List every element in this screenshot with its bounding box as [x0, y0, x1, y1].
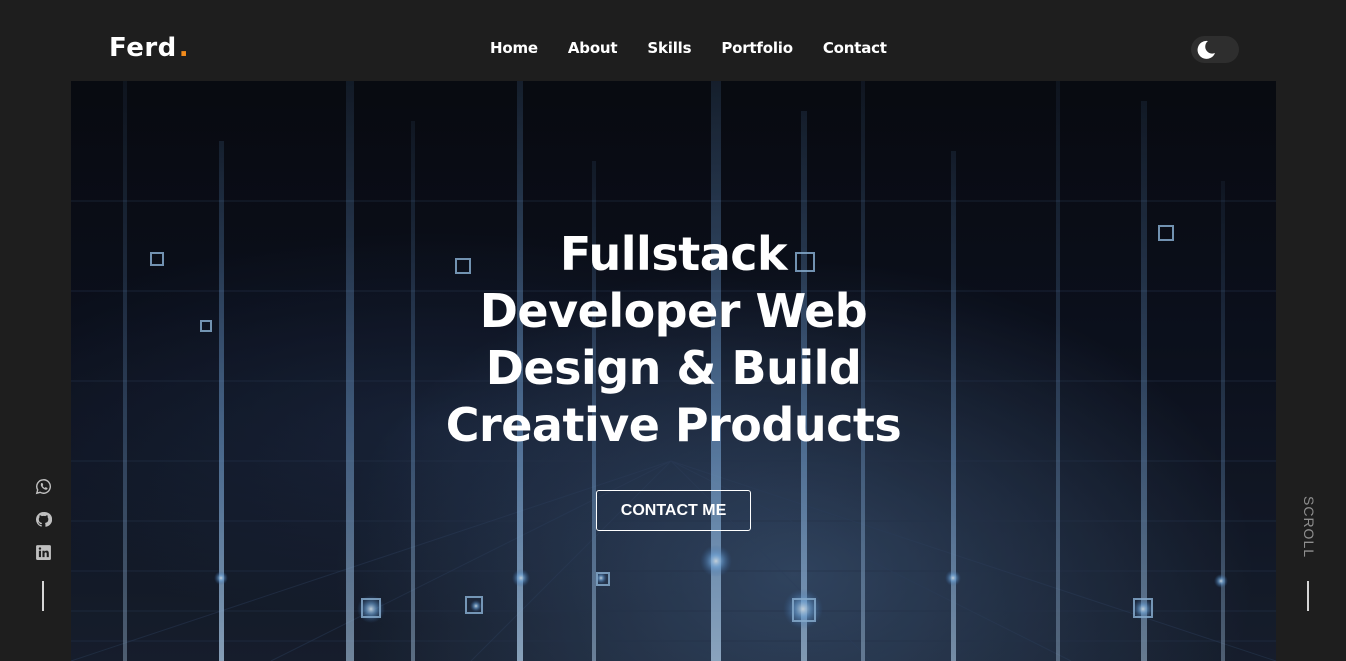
main-nav: Home About Skills Portfolio Contact: [490, 38, 887, 58]
nav-home[interactable]: Home: [490, 38, 538, 58]
hero-title-line-2: Developer Web: [479, 284, 868, 338]
github-icon[interactable]: [34, 510, 52, 528]
scroll-indicator-line: [1307, 581, 1309, 611]
linkedin-icon[interactable]: [34, 543, 52, 561]
scroll-indicator-label[interactable]: SCROLL: [1297, 496, 1317, 558]
hero-title-line-1: Fullstack: [559, 227, 788, 281]
brand-dot: .: [178, 33, 190, 63]
hero-section: Fullstack Developer Web Design & Build C…: [71, 81, 1276, 661]
hero-title-line-4: Creative Products: [445, 398, 902, 452]
hero-title-line-3: Design & Build: [485, 341, 862, 395]
nav-portfolio[interactable]: Portfolio: [721, 38, 793, 58]
hero-title: Fullstack Developer Web Design & Build C…: [71, 226, 1276, 454]
nav-about[interactable]: About: [568, 38, 618, 58]
nav-contact[interactable]: Contact: [823, 38, 887, 58]
contact-me-button[interactable]: CONTACT ME: [596, 490, 751, 531]
brand-name: Ferd: [109, 33, 177, 63]
social-divider-line: [42, 581, 44, 611]
site-header: Ferd. Home About Skills Portfolio Contac…: [0, 0, 1346, 81]
brand-logo[interactable]: Ferd.: [109, 30, 189, 66]
theme-toggle[interactable]: [1191, 36, 1239, 63]
nav-skills[interactable]: Skills: [647, 38, 691, 58]
social-links: [34, 477, 52, 561]
whatsapp-icon[interactable]: [34, 477, 52, 495]
moon-icon: [1197, 40, 1215, 59]
